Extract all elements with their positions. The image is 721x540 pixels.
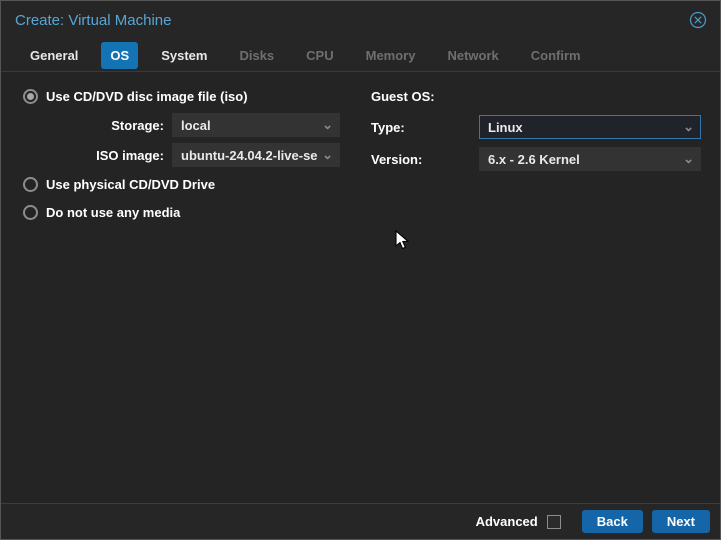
next-button[interactable]: Next <box>652 510 710 533</box>
storage-row: Storage: local ⌄ <box>1 110 361 140</box>
radio-option-no-media[interactable]: Do not use any media <box>1 198 361 226</box>
os-version-label: Version: <box>371 152 471 167</box>
os-type-value: Linux <box>488 120 679 135</box>
storage-label: Storage: <box>1 118 164 133</box>
dialog-footer: Advanced Back Next <box>1 503 720 539</box>
close-icon[interactable] <box>688 10 708 30</box>
wizard-tabbar: General OS System Disks CPU Memory Netwo… <box>1 39 720 72</box>
radio-option-iso[interactable]: Use CD/DVD disc image file (iso) <box>1 82 361 110</box>
radio-icon[interactable] <box>23 177 38 192</box>
dialog-title: Create: Virtual Machine <box>15 12 688 29</box>
chevron-down-icon: ⌄ <box>322 150 333 160</box>
chevron-down-icon: ⌄ <box>683 122 694 132</box>
chevron-down-icon: ⌄ <box>322 120 333 130</box>
tab-confirm: Confirm <box>522 42 590 69</box>
tab-general[interactable]: General <box>21 42 87 69</box>
tab-system[interactable]: System <box>152 42 216 69</box>
iso-image-select[interactable]: ubuntu-24.04.2-live-se ⌄ <box>172 143 340 167</box>
advanced-label: Advanced <box>476 514 538 529</box>
radio-icon[interactable] <box>23 205 38 220</box>
chevron-down-icon: ⌄ <box>683 154 694 164</box>
dialog-titlebar: Create: Virtual Machine <box>1 1 720 39</box>
back-button[interactable]: Back <box>582 510 643 533</box>
tab-cpu: CPU <box>297 42 342 69</box>
os-tab-panel: Use CD/DVD disc image file (iso) Storage… <box>1 72 720 504</box>
create-vm-dialog: Create: Virtual Machine General OS Syste… <box>0 0 721 540</box>
radio-icon[interactable] <box>23 89 38 104</box>
storage-value: local <box>181 118 318 133</box>
iso-image-label: ISO image: <box>1 148 164 163</box>
iso-image-row: ISO image: ubuntu-24.04.2-live-se ⌄ <box>1 140 361 170</box>
os-version-select[interactable]: 6.x - 2.6 Kernel ⌄ <box>479 147 701 171</box>
guest-os-heading: Guest OS: <box>371 82 711 110</box>
radio-label: Use physical CD/DVD Drive <box>46 177 215 192</box>
tab-memory: Memory <box>357 42 425 69</box>
radio-label: Do not use any media <box>46 205 180 220</box>
iso-image-value: ubuntu-24.04.2-live-se <box>181 148 318 163</box>
os-version-value: 6.x - 2.6 Kernel <box>488 152 679 167</box>
radio-option-physical-drive[interactable]: Use physical CD/DVD Drive <box>1 170 361 198</box>
media-column: Use CD/DVD disc image file (iso) Storage… <box>1 82 361 226</box>
os-type-label: Type: <box>371 120 471 135</box>
tab-network: Network <box>438 42 507 69</box>
radio-label: Use CD/DVD disc image file (iso) <box>46 89 248 104</box>
tab-os[interactable]: OS <box>101 42 138 69</box>
os-type-select[interactable]: Linux ⌄ <box>479 115 701 139</box>
guest-os-column: Guest OS: Type: Linux ⌄ Version: 6.x - 2… <box>371 82 711 174</box>
os-type-row: Type: Linux ⌄ <box>371 112 711 142</box>
tab-disks: Disks <box>230 42 283 69</box>
os-version-row: Version: 6.x - 2.6 Kernel ⌄ <box>371 144 711 174</box>
advanced-checkbox[interactable] <box>547 515 561 529</box>
storage-select[interactable]: local ⌄ <box>172 113 340 137</box>
mouse-cursor-icon <box>393 230 411 252</box>
